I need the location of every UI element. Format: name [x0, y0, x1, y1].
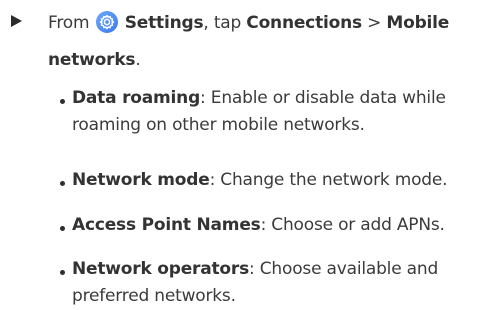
- step-arrow-icon: [11, 15, 22, 27]
- list-item-term: Network mode: [72, 170, 210, 190]
- list-item-term: Network operators: [72, 259, 250, 279]
- step-prefix: From: [48, 13, 95, 33]
- bullet-dot-icon: [60, 181, 65, 186]
- settings-label: Settings: [124, 13, 204, 33]
- step-middle: , tap: [203, 13, 247, 33]
- list-item-text: Network mode: Change the network mode.: [72, 167, 472, 194]
- bullet-dot-icon: [60, 270, 65, 275]
- list-item-text: Data roaming: Enable or disable data whi…: [72, 85, 472, 139]
- list-item-description: : Choose or add APNs.: [260, 215, 445, 235]
- step-suffix: .: [135, 50, 141, 70]
- list-item-term: Access Point Names: [72, 215, 261, 235]
- settings-gear-icon: [95, 11, 118, 33]
- list-item-description: : Change the network mode.: [209, 170, 448, 190]
- list-item-text: Network operators: Choose available and …: [72, 256, 472, 310]
- connections-label: Connections: [246, 13, 362, 33]
- step-separator: >: [361, 13, 387, 33]
- list-item-text: Access Point Names: Choose or add APNs.: [72, 212, 472, 239]
- bullet-dot-icon: [60, 226, 65, 231]
- list-item-term: Data roaming: [72, 88, 201, 108]
- bullet-dot-icon: [60, 99, 65, 104]
- step-text: From Settings, tap Connections > Mobile …: [48, 5, 478, 79]
